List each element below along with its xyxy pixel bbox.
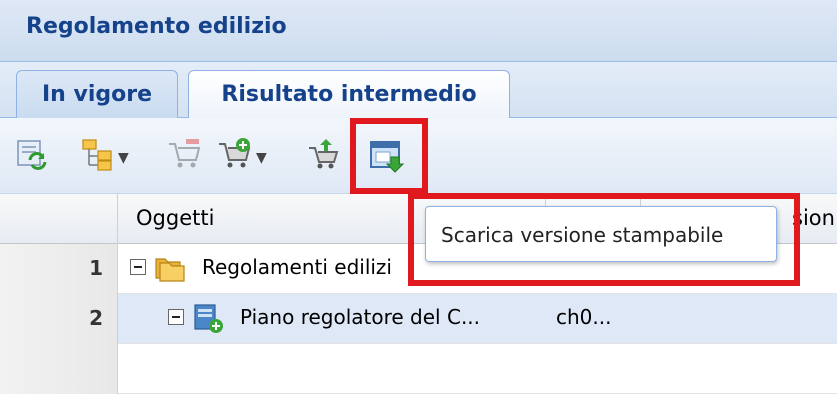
rownumber-header — [0, 194, 118, 244]
tree-hierarchy-icon[interactable] — [80, 136, 116, 172]
table-row[interactable] — [0, 344, 837, 394]
row-number: 1 — [0, 244, 118, 294]
chevron-down-icon[interactable]: ▼ — [256, 150, 267, 166]
cart-transfer-icon[interactable] — [306, 136, 342, 172]
tab-strip: In vigore Risultato intermedio — [0, 62, 837, 119]
refresh-icon[interactable] — [14, 136, 50, 172]
cart-add-icon[interactable] — [216, 136, 252, 172]
row-value: ch0... — [556, 305, 612, 329]
row-number: 2 — [0, 294, 118, 344]
tab-in-vigore[interactable]: In vigore — [16, 70, 178, 118]
row-number — [0, 344, 118, 394]
panel-title: Regolamento edilizio — [26, 14, 287, 39]
highlight-box-tooltip — [408, 193, 800, 286]
column-header-oggetti[interactable]: Oggetti — [136, 206, 214, 230]
table-row[interactable]: 2 Piano regolatore del C... ch0... — [0, 294, 837, 344]
tab-risultato-intermedio[interactable]: Risultato intermedio — [188, 70, 510, 119]
document-add-icon — [194, 304, 223, 333]
cart-remove-icon[interactable] — [166, 136, 202, 172]
folder-stack-icon — [155, 258, 185, 282]
highlight-box-button — [350, 118, 428, 194]
panel-header: Regolamento edilizio — [0, 0, 837, 62]
chevron-down-icon[interactable]: ▼ — [118, 150, 129, 166]
collapse-icon[interactable] — [130, 259, 146, 275]
row-name: Regolamenti edilizi — [202, 255, 392, 279]
row-name: Piano regolatore del C... — [240, 305, 481, 329]
collapse-icon[interactable] — [168, 309, 184, 325]
